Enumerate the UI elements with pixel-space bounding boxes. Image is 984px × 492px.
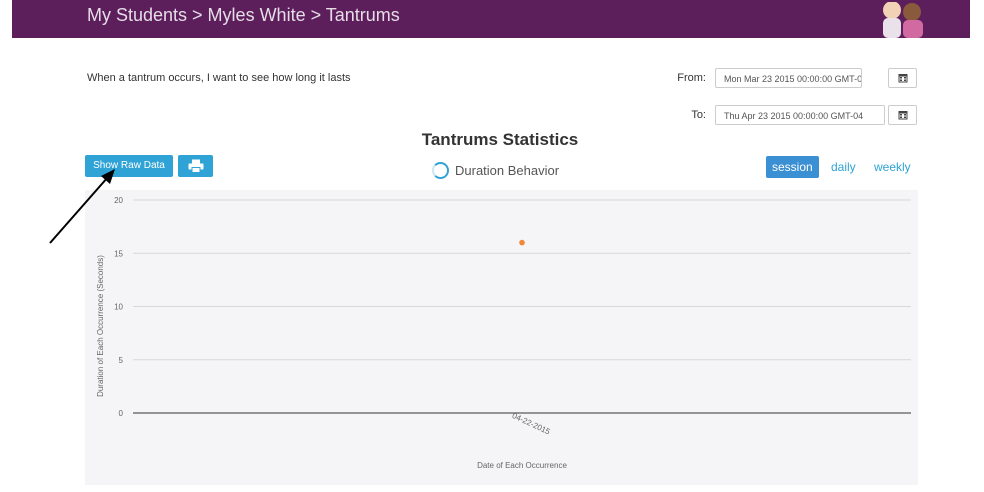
duration-behavior-label: Duration Behavior	[455, 162, 560, 178]
y-tick-label: 0	[119, 409, 124, 418]
y-tick-label: 20	[114, 196, 123, 205]
x-axis-label: Date of Each Occurrence	[477, 461, 567, 470]
view-session-button[interactable]: session	[766, 156, 819, 178]
y-tick-label: 15	[114, 249, 123, 258]
breadcrumb: My Students > Myles White > Tantrums	[87, 5, 400, 25]
show-raw-data-button[interactable]: Show Raw Data	[85, 155, 173, 177]
students-avatar-icon[interactable]	[874, 2, 932, 38]
x-tick-label: 04-22-2015	[511, 411, 552, 437]
to-date-input[interactable]: Thu Apr 23 2015 00:00:00 GMT-04	[715, 105, 885, 125]
y-tick-label: 5	[119, 356, 124, 365]
y-axis-label: Duration of Each Occurrence (Seconds)	[96, 255, 105, 397]
print-icon	[188, 159, 203, 173]
from-calendar-button[interactable]	[888, 68, 917, 88]
y-tick-label: 10	[114, 303, 123, 312]
from-date-input[interactable]: Mon Mar 23 2015 00:00:00 GMT-0	[715, 68, 862, 88]
chart-area: 0 5 10 15 20 04-22-2015 Duration of Each Occ…	[85, 190, 918, 485]
duration-behavior-indicator: Duration Behavior	[432, 160, 559, 180]
data-point[interactable]	[519, 239, 525, 246]
calendar-icon	[898, 111, 907, 120]
print-button[interactable]	[178, 155, 213, 177]
loading-spinner-icon	[432, 161, 449, 179]
duration-scatter-chart: 0 5 10 15 20 04-22-2015 Duration of Each Occ…	[96, 196, 911, 470]
to-calendar-button[interactable]	[888, 105, 917, 125]
view-weekly-button[interactable]: weekly	[868, 156, 917, 178]
view-daily-button[interactable]: daily	[825, 156, 862, 178]
statistics-title: Tantrums Statistics	[421, 130, 579, 149]
top-header-bar: My Students > Myles White > Tantrums	[12, 0, 970, 38]
calendar-icon	[898, 74, 907, 83]
behavior-description: When a tantrum occurs, I want to see how…	[87, 72, 351, 84]
to-label: To:	[691, 109, 706, 121]
from-label: From:	[677, 72, 706, 84]
